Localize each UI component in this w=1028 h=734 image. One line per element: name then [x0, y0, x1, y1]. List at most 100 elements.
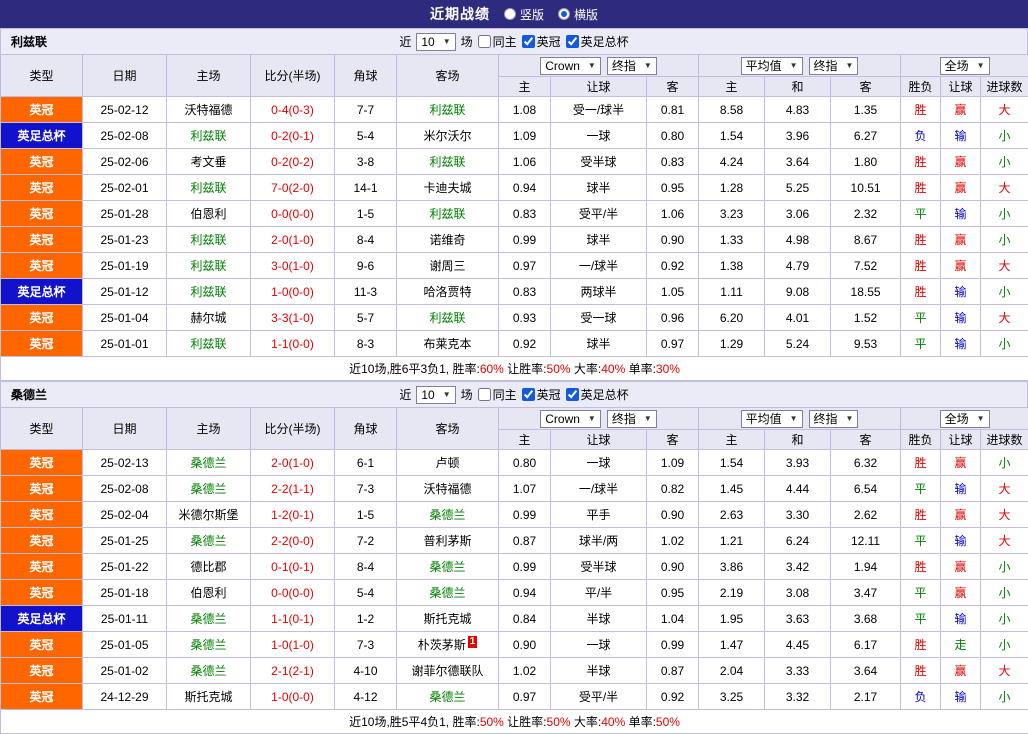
home-team[interactable]: 米德尔斯堡 — [167, 502, 251, 528]
away-team[interactable]: 沃特福德 — [397, 476, 499, 502]
home-team[interactable]: 利兹联 — [167, 227, 251, 253]
result-goals: 大 — [981, 305, 1028, 331]
match-score[interactable]: 2-0(1-0) — [251, 227, 335, 253]
away-team[interactable]: 利兹联 — [397, 97, 499, 123]
filter-checkbox-championship[interactable]: 英冠 — [522, 33, 561, 50]
home-team[interactable]: 赫尔城 — [167, 305, 251, 331]
radio-icon-vertical[interactable] — [504, 8, 516, 20]
match-score[interactable]: 1-1(0-0) — [251, 331, 335, 357]
championship-checkbox-input[interactable] — [522, 35, 535, 48]
avg-time-select[interactable]: 终指▼ — [809, 410, 859, 428]
away-team[interactable]: 桑德兰 — [397, 554, 499, 580]
home-team[interactable]: 利兹联 — [167, 253, 251, 279]
home-team[interactable]: 伯恩利 — [167, 201, 251, 227]
home-team[interactable]: 利兹联 — [167, 331, 251, 357]
away-team[interactable]: 谢周三 — [397, 253, 499, 279]
home-team[interactable]: 考文垂 — [167, 149, 251, 175]
home-team[interactable]: 利兹联 — [167, 175, 251, 201]
away-team[interactable]: 桑德兰 — [397, 684, 499, 710]
avg-select[interactable]: 平均值▼ — [741, 410, 803, 428]
fa-cup-checkbox-input[interactable] — [566, 388, 579, 401]
handicap-away-odds: 1.06 — [647, 201, 699, 227]
fa-cup-checkbox-input[interactable] — [566, 35, 579, 48]
avg-select[interactable]: 平均值▼ — [741, 57, 803, 75]
home-team[interactable]: 沃特福德 — [167, 97, 251, 123]
corner-score: 8-4 — [335, 554, 397, 580]
away-team[interactable]: 桑德兰 — [397, 502, 499, 528]
match-score[interactable]: 1-0(1-0) — [251, 632, 335, 658]
radio-icon-horizontal[interactable] — [558, 8, 570, 20]
away-team[interactable]: 普利茅斯 — [397, 528, 499, 554]
match-score[interactable]: 0-4(0-3) — [251, 97, 335, 123]
layout-radio-horizontal[interactable]: 横版 — [558, 6, 598, 23]
match-count-select[interactable]: 10 ▼ — [416, 386, 455, 404]
away-team[interactable]: 卢顿 — [397, 450, 499, 476]
match-score[interactable]: 3-0(1-0) — [251, 253, 335, 279]
filter-checkbox-same-home[interactable]: 同主 — [478, 33, 517, 50]
match-score[interactable]: 1-2(0-1) — [251, 502, 335, 528]
match-score[interactable]: 0-0(0-0) — [251, 580, 335, 606]
odds-time-select[interactable]: 终指▼ — [607, 410, 657, 428]
avg-draw-odds: 4.79 — [765, 253, 831, 279]
championship-checkbox-input[interactable] — [522, 388, 535, 401]
col-header-avg-away: 客 — [831, 77, 901, 97]
match-score[interactable]: 2-2(1-1) — [251, 476, 335, 502]
match-score[interactable]: 1-0(0-0) — [251, 684, 335, 710]
away-team[interactable]: 利兹联 — [397, 305, 499, 331]
avg-draw-odds: 3.33 — [765, 658, 831, 684]
away-team[interactable]: 米尔沃尔 — [397, 123, 499, 149]
bookmaker-select[interactable]: Crown▼ — [540, 57, 601, 75]
match-score[interactable]: 3-3(1-0) — [251, 305, 335, 331]
home-team[interactable]: 利兹联 — [167, 123, 251, 149]
match-score[interactable]: 2-0(1-0) — [251, 450, 335, 476]
away-team[interactable]: 诺维奇 — [397, 227, 499, 253]
away-team[interactable]: 朴茨茅斯1 — [397, 632, 499, 658]
away-team[interactable]: 斯托克城 — [397, 606, 499, 632]
home-team[interactable]: 桑德兰 — [167, 606, 251, 632]
filter-checkbox-championship[interactable]: 英冠 — [522, 386, 561, 403]
away-team[interactable]: 利兹联 — [397, 149, 499, 175]
corner-score: 5-7 — [335, 305, 397, 331]
away-team[interactable]: 布莱克本 — [397, 331, 499, 357]
match-score[interactable]: 0-1(0-1) — [251, 554, 335, 580]
bookmaker-select[interactable]: Crown▼ — [540, 410, 601, 428]
home-team[interactable]: 德比郡 — [167, 554, 251, 580]
match-count-select[interactable]: 10 ▼ — [416, 33, 455, 51]
layout-radio-vertical[interactable]: 竖版 — [504, 6, 544, 23]
leeds-matches-table: 类型 日期 主场 比分(半场) 角球 客场 Crown▼ 终指▼ 平均值▼ 终指… — [0, 54, 1028, 381]
home-team[interactable]: 桑德兰 — [167, 658, 251, 684]
match-score[interactable]: 0-2(0-2) — [251, 149, 335, 175]
avg-draw-odds: 9.08 — [765, 279, 831, 305]
same-home-checkbox-input[interactable] — [478, 35, 491, 48]
away-team[interactable]: 谢菲尔德联队 — [397, 658, 499, 684]
filter-checkbox-fa-cup[interactable]: 英足总杯 — [566, 33, 629, 50]
match-score[interactable]: 1-1(0-1) — [251, 606, 335, 632]
home-team[interactable]: 伯恩利 — [167, 580, 251, 606]
handicap-home-odds: 0.99 — [499, 554, 551, 580]
home-team[interactable]: 桑德兰 — [167, 450, 251, 476]
odds-time-select[interactable]: 终指▼ — [607, 57, 657, 75]
away-team[interactable]: 哈洛贾特 — [397, 279, 499, 305]
home-team[interactable]: 桑德兰 — [167, 632, 251, 658]
corner-score: 8-3 — [335, 331, 397, 357]
same-home-checkbox-input[interactable] — [478, 388, 491, 401]
scope-select[interactable]: 全场▼ — [940, 57, 990, 75]
home-team[interactable]: 桑德兰 — [167, 476, 251, 502]
scope-select[interactable]: 全场▼ — [940, 410, 990, 428]
match-score[interactable]: 0-0(0-0) — [251, 201, 335, 227]
away-team[interactable]: 利兹联 — [397, 201, 499, 227]
home-team[interactable]: 斯托克城 — [167, 684, 251, 710]
match-score[interactable]: 0-2(0-1) — [251, 123, 335, 149]
home-team[interactable]: 桑德兰 — [167, 528, 251, 554]
match-score[interactable]: 2-2(0-0) — [251, 528, 335, 554]
away-team[interactable]: 桑德兰 — [397, 580, 499, 606]
home-team[interactable]: 利兹联 — [167, 279, 251, 305]
filter-checkbox-fa-cup[interactable]: 英足总杯 — [566, 386, 629, 403]
league-type-badge: 英冠 — [1, 476, 83, 502]
away-team[interactable]: 卡迪夫城 — [397, 175, 499, 201]
avg-time-select[interactable]: 终指▼ — [809, 57, 859, 75]
match-score[interactable]: 7-0(2-0) — [251, 175, 335, 201]
match-score[interactable]: 2-1(2-1) — [251, 658, 335, 684]
filter-checkbox-same-home[interactable]: 同主 — [478, 386, 517, 403]
match-score[interactable]: 1-0(0-0) — [251, 279, 335, 305]
